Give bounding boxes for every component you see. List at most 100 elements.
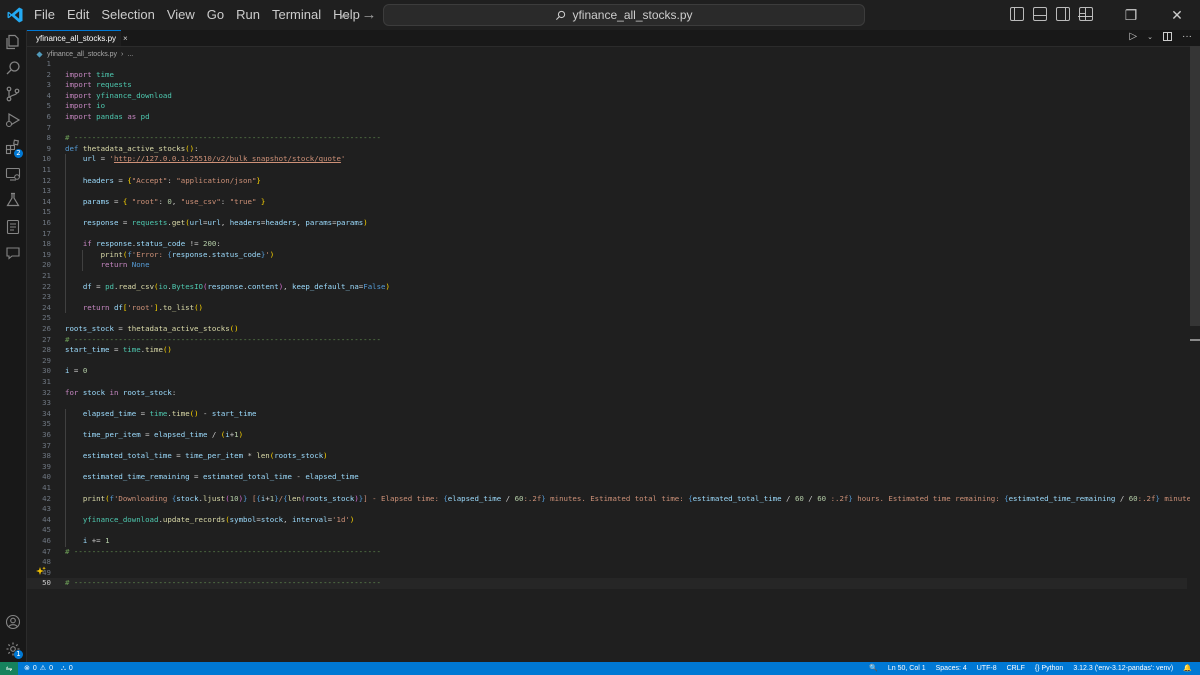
code-line[interactable]: 32 for stock in roots_stock:: [27, 388, 1187, 399]
code-line[interactable]: 9 def thetadata_active_stocks():: [27, 144, 1187, 155]
code-line[interactable]: 19 print(f'Error: {response.status_code}…: [27, 250, 1187, 261]
code-line[interactable]: 40 estimated_time_remaining = estimated_…: [27, 472, 1187, 483]
code-line[interactable]: 1: [27, 59, 1187, 70]
run-python-file-icon[interactable]: ▷: [1129, 31, 1137, 42]
back-arrow-icon[interactable]: ←: [336, 6, 354, 24]
code-line[interactable]: 39: [27, 462, 1187, 473]
code-line[interactable]: 6 import pandas as pd: [27, 112, 1187, 123]
code-line[interactable]: 38 estimated_total_time = time_per_item …: [27, 451, 1187, 462]
python-interpreter[interactable]: 3.12.3 ('env-3.12-pandas': venv): [1073, 662, 1173, 675]
copilot-sparkle-icon[interactable]: [36, 566, 46, 576]
run-and-debug-icon[interactable]: [5, 112, 21, 128]
code-line[interactable]: 15: [27, 207, 1187, 218]
menu-go[interactable]: Go: [201, 0, 230, 30]
code-line[interactable]: 20 return None: [27, 260, 1187, 271]
line-number: 23: [42, 292, 51, 302]
menu-file[interactable]: File: [28, 0, 61, 30]
code-line[interactable]: 28 start_time = time.time(): [27, 345, 1187, 356]
chat-icon[interactable]: [5, 245, 21, 261]
problems-indicator[interactable]: ⊗ 0 ⚠ 0: [24, 662, 53, 675]
code-line[interactable]: 44 yfinance_download.update_records(symb…: [27, 515, 1187, 526]
zoom-icon[interactable]: 🔍: [869, 662, 878, 675]
cursor-position[interactable]: Ln 50, Col 1: [888, 662, 926, 675]
code-token: import: [65, 112, 92, 121]
editor-scrollbar-thumb[interactable]: [1190, 46, 1200, 326]
toggle-primary-sidebar-icon[interactable]: [1010, 7, 1024, 21]
encoding[interactable]: UTF-8: [977, 662, 997, 675]
code-line[interactable]: 45: [27, 525, 1187, 536]
notebook-icon[interactable]: [5, 219, 21, 235]
toggle-panel-icon[interactable]: [1033, 7, 1047, 21]
code-line[interactable]: 18 if response.status_code != 200:: [27, 239, 1187, 250]
code-line[interactable]: 48: [27, 557, 1187, 568]
code-line[interactable]: 3 import requests: [27, 80, 1187, 91]
code-line[interactable]: 42 print(f'Downloading {stock.ljust(10)}…: [27, 494, 1200, 505]
testing-icon[interactable]: [5, 192, 21, 208]
code-line[interactable]: 37: [27, 441, 1187, 452]
split-editor-icon[interactable]: [1163, 32, 1172, 41]
code-line[interactable]: 30 i = 0: [27, 366, 1187, 377]
accounts-icon[interactable]: [5, 614, 21, 630]
menu-run[interactable]: Run: [230, 0, 266, 30]
code-line[interactable]: 7: [27, 123, 1187, 134]
code-line[interactable]: 34 elapsed_time = time.time() - start_ti…: [27, 409, 1187, 420]
code-line[interactable]: 14 params = { "root": 0, "use_csv": "tru…: [27, 197, 1187, 208]
code-editor[interactable]: 1 2 import time 3 import requests 4 import yfi…: [27, 59, 1200, 659]
code-line[interactable]: 35: [27, 419, 1187, 430]
more-actions-icon[interactable]: ···: [1182, 31, 1192, 42]
code-line[interactable]: 10 url = 'http://127.0.0.1:25510/v2/bulk…: [27, 154, 1187, 165]
code-line[interactable]: 36 time_per_item = elapsed_time / (i+1): [27, 430, 1187, 441]
menu-terminal[interactable]: Terminal: [266, 0, 327, 30]
code-line[interactable]: 21: [27, 271, 1187, 282]
line-number: 47: [42, 546, 51, 556]
tab-yfinance-all-stocks[interactable]: yfinance_all_stocks.py ×: [27, 30, 128, 46]
notifications-bell-icon[interactable]: 🔔: [1183, 662, 1192, 675]
code-line[interactable]: 46 i += 1: [27, 536, 1187, 547]
breadcrumb-more[interactable]: ...: [127, 51, 133, 58]
code-line[interactable]: 26 roots_stock = thetadata_active_stocks(…: [27, 324, 1187, 335]
code-line[interactable]: 13: [27, 186, 1187, 197]
ports-indicator[interactable]: ⛬ 0: [61, 662, 73, 675]
run-dropdown-chevron-icon[interactable]: ⌄: [1147, 33, 1153, 41]
code-line[interactable]: 23: [27, 292, 1187, 303]
code-line[interactable]: 27 # ------------------------------------…: [27, 335, 1187, 346]
end-of-line[interactable]: CRLF: [1007, 662, 1025, 675]
code-line[interactable]: 22 df = pd.read_csv(io.BytesIO(response.…: [27, 282, 1187, 293]
code-line[interactable]: 8 # -------------------------------------…: [27, 133, 1187, 144]
code-line[interactable]: 17: [27, 229, 1187, 240]
forward-arrow-icon[interactable]: →: [360, 6, 378, 24]
language-mode[interactable]: {} Python: [1035, 662, 1063, 675]
code-line[interactable]: 33: [27, 398, 1187, 409]
code-line[interactable]: 41: [27, 483, 1187, 494]
menu-selection[interactable]: Selection: [95, 0, 160, 30]
code-line[interactable]: 49: [27, 568, 1187, 579]
code-line[interactable]: 5 import io: [27, 101, 1187, 112]
code-line[interactable]: 43: [27, 504, 1187, 515]
code-line[interactable]: 2 import time: [27, 70, 1187, 81]
command-center-search[interactable]: yfinance_all_stocks.py: [383, 4, 865, 26]
menu-view[interactable]: View: [161, 0, 201, 30]
search-icon[interactable]: [5, 60, 21, 76]
code-line[interactable]: 50 # ------------------------------------…: [27, 578, 1187, 589]
code-line[interactable]: 24 return df['root'].to_list(): [27, 303, 1187, 314]
restore-button[interactable]: ❐: [1108, 0, 1154, 30]
minimize-button[interactable]: —: [1062, 0, 1108, 30]
code-line[interactable]: 16 response = requests.get(url=url, head…: [27, 218, 1187, 229]
code-line[interactable]: 12 headers = {"Accept": "application/jso…: [27, 176, 1187, 187]
source-control-icon[interactable]: [5, 86, 21, 102]
remote-explorer-icon[interactable]: [5, 166, 21, 182]
breadcrumb-file[interactable]: yfinance_all_stocks.py: [47, 51, 117, 58]
line-code: if response.status_code != 200:: [65, 239, 221, 250]
code-line[interactable]: 25: [27, 313, 1187, 324]
tab-close-icon[interactable]: ×: [123, 34, 128, 43]
code-line[interactable]: 47 # ------------------------------------…: [27, 547, 1187, 558]
explorer-icon[interactable]: [5, 34, 21, 50]
indentation[interactable]: Spaces: 4: [936, 662, 967, 675]
code-line[interactable]: 31: [27, 377, 1187, 388]
close-window-button[interactable]: ✕: [1154, 0, 1200, 30]
code-line[interactable]: 4 import yfinance_download: [27, 91, 1187, 102]
code-line[interactable]: 11: [27, 165, 1187, 176]
code-line[interactable]: 29: [27, 356, 1187, 367]
menu-edit[interactable]: Edit: [61, 0, 95, 30]
remote-indicator-icon[interactable]: ⇋: [0, 662, 18, 675]
